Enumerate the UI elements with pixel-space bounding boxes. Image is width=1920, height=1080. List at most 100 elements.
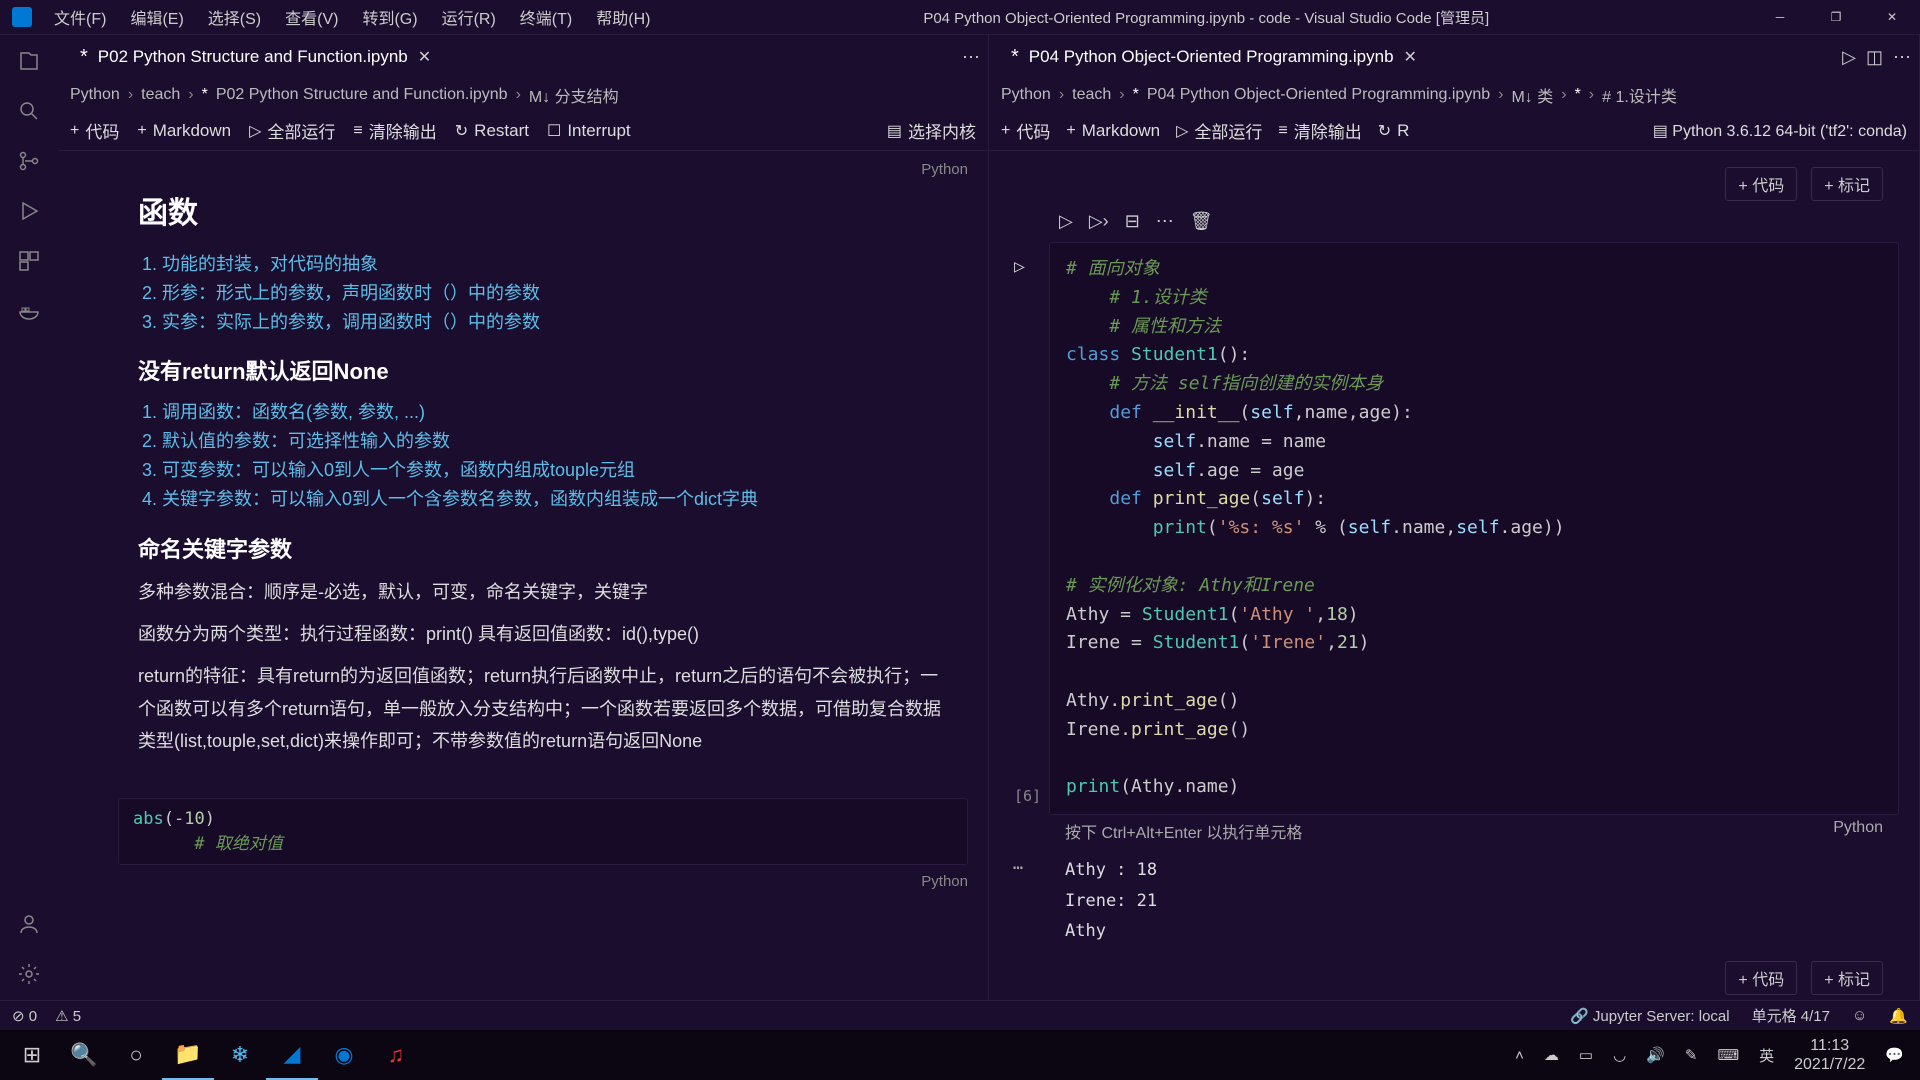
close-icon[interactable]: ✕ <box>1404 47 1417 67</box>
split-icon[interactable]: ◫ <box>1866 47 1883 68</box>
add-markdown-button[interactable]: +Markdown <box>137 121 231 141</box>
run-cell-icon[interactable]: ▷ <box>1059 211 1073 232</box>
more-icon[interactable]: ⋯ <box>1893 47 1911 68</box>
keyboard-icon[interactable]: ⌨ <box>1717 1046 1739 1064</box>
menu-view[interactable]: 查看(V) <box>275 1 348 33</box>
menu-go[interactable]: 转到(G) <box>352 1 427 33</box>
explorer-taskbar-icon[interactable]: 📁 <box>162 1030 214 1080</box>
search-button[interactable]: 🔍 <box>58 1030 110 1080</box>
output-ellipsis-icon[interactable]: ⋯ <box>1013 853 1023 884</box>
window-title: P04 Python Object-Oriented Programming.i… <box>660 7 1752 28</box>
tab-p04[interactable]: * P04 Python Object-Oriented Programming… <box>997 35 1431 79</box>
maximize-button[interactable]: ❐ <box>1808 0 1864 35</box>
menu-help[interactable]: 帮助(H) <box>586 1 660 33</box>
breadcrumb-left[interactable]: Python› teach› * P02 Python Structure an… <box>58 79 988 111</box>
dirty-indicator: * <box>80 46 88 69</box>
split-cell-icon[interactable]: ⊟ <box>1125 211 1140 232</box>
delete-cell-icon[interactable]: 🗑 <box>1190 211 1213 232</box>
crumb[interactable]: P04 Python Object-Oriented Programming.i… <box>1147 86 1490 104</box>
add-markdown-button[interactable]: +Markdown <box>1066 121 1160 141</box>
netease-icon[interactable]: ♫ <box>370 1030 422 1080</box>
crumb[interactable]: M↓ 分支结构 <box>529 83 619 107</box>
add-markdown-inline[interactable]: + 标记 <box>1811 167 1883 201</box>
tab-label: P02 Python Structure and Function.ipynb <box>98 47 408 67</box>
run-icon[interactable]: ▷ <box>1014 253 1025 282</box>
run-all-button[interactable]: ▷全部运行 <box>249 118 335 143</box>
notifications-icon[interactable]: 🔔 <box>1889 1007 1908 1025</box>
notebook-content-right[interactable]: + 代码 + 标记 ▷ ▷› ⊟ ⋯ 🗑 ▷ # 面向对象 # 1.设计类 # … <box>989 151 1919 1000</box>
add-code-button[interactable]: +代码 <box>1001 118 1050 143</box>
minimize-button[interactable]: ─ <box>1752 0 1808 35</box>
markdown-cell[interactable]: 函数 功能的封装，对代码的抽象 形参：形式上的参数，声明函数时（）中的参数 实参… <box>118 178 968 778</box>
app-icon[interactable]: ❄ <box>214 1030 266 1080</box>
list-item: 关键字参数：可以输入0到人一个含参数名参数，函数内组装成一个dict字典 <box>162 485 948 514</box>
run-by-line-icon[interactable]: ▷› <box>1089 211 1109 232</box>
errors-count[interactable]: ⊘ 0 <box>12 1007 37 1025</box>
run-all-button[interactable]: ▷全部运行 <box>1176 118 1262 143</box>
interrupt-button[interactable]: ☐Interrupt <box>547 121 631 141</box>
accounts-icon[interactable] <box>13 908 45 940</box>
clear-output-button[interactable]: ≡清除输出 <box>1278 118 1361 143</box>
kernel-selector[interactable]: ▤ Python 3.6.12 64-bit ('tf2': conda) <box>1653 121 1907 141</box>
search-icon[interactable] <box>13 95 45 127</box>
warnings-count[interactable]: ⚠ 5 <box>55 1007 81 1025</box>
menu-edit[interactable]: 编辑(E) <box>120 1 193 33</box>
menu-terminal[interactable]: 终端(T) <box>510 1 582 33</box>
vscode-taskbar-icon[interactable]: ◢ <box>266 1030 318 1080</box>
clock[interactable]: 11:13 2021/7/22 <box>1794 1036 1865 1074</box>
close-icon[interactable]: ✕ <box>418 47 431 67</box>
volume-icon[interactable]: 🔊 <box>1646 1046 1665 1064</box>
crumb[interactable]: M↓ 类 <box>1511 83 1553 107</box>
restart-button[interactable]: ↻R <box>1378 121 1410 141</box>
start-button[interactable]: ⊞ <box>6 1030 58 1080</box>
code-cell[interactable]: abs(-10) # 取绝对值 <box>118 798 968 865</box>
run-debug-icon[interactable] <box>13 195 45 227</box>
more-icon[interactable]: ⋯ <box>1156 211 1174 232</box>
crumb[interactable]: P02 Python Structure and Function.ipynb <box>216 86 508 104</box>
action-center-icon[interactable]: 💬 <box>1885 1046 1904 1064</box>
edge-icon[interactable]: ◉ <box>318 1030 370 1080</box>
crumb[interactable]: Python <box>1001 86 1051 104</box>
clear-output-button[interactable]: ≡清除输出 <box>353 118 436 143</box>
crumb[interactable]: Python <box>70 86 120 104</box>
explorer-icon[interactable] <box>13 45 45 77</box>
source-control-icon[interactable] <box>13 145 45 177</box>
tray-chevron-icon[interactable]: ˄ <box>1515 1047 1524 1064</box>
close-button[interactable]: ✕ <box>1864 0 1920 35</box>
crumb[interactable]: teach <box>141 86 180 104</box>
wifi-icon[interactable]: ◡ <box>1613 1046 1626 1064</box>
restart-button[interactable]: ↻Restart <box>455 121 529 141</box>
run-icon[interactable]: ▷ <box>1842 47 1856 68</box>
docker-icon[interactable] <box>13 295 45 327</box>
menu-run[interactable]: 运行(R) <box>432 1 506 33</box>
notebook-content-left[interactable]: Python 函数 功能的封装，对代码的抽象 形参：形式上的参数，声明函数时（）… <box>58 151 988 1000</box>
menu-select[interactable]: 选择(S) <box>198 1 271 33</box>
extensions-icon[interactable] <box>13 245 45 277</box>
code-cell[interactable]: ▷ # 面向对象 # 1.设计类 # 属性和方法 class Student1(… <box>1049 242 1899 815</box>
select-kernel-button[interactable]: ▤选择内核 <box>887 118 976 143</box>
settings-icon[interactable] <box>13 958 45 990</box>
battery-icon[interactable]: ▭ <box>1579 1046 1593 1064</box>
add-code-inline[interactable]: + 代码 <box>1725 961 1797 995</box>
add-code-button[interactable]: +代码 <box>70 118 119 143</box>
add-code-inline[interactable]: + 代码 <box>1725 167 1797 201</box>
feedback-icon[interactable]: ☺ <box>1852 1007 1867 1024</box>
add-markdown-inline[interactable]: + 标记 <box>1811 961 1883 995</box>
notebook-toolbar-left: +代码 +Markdown ▷全部运行 ≡清除输出 ↻Restart ☐Inte… <box>58 111 988 151</box>
cell-position[interactable]: 单元格 4/17 <box>1752 1005 1830 1026</box>
onedrive-icon[interactable]: ☁ <box>1544 1046 1559 1064</box>
menu-file[interactable]: 文件(F) <box>44 1 116 33</box>
jupyter-server[interactable]: 🔗 Jupyter Server: local <box>1570 1007 1730 1025</box>
system-tray: ˄ ☁ ▭ ◡ 🔊 ✎ ⌨ 英 11:13 2021/7/22 💬 <box>1515 1036 1914 1074</box>
ime-indicator[interactable]: 英 <box>1759 1045 1774 1066</box>
tab-bar-left: * P02 Python Structure and Function.ipyn… <box>58 35 988 79</box>
tab-label: P04 Python Object-Oriented Programming.i… <box>1029 47 1394 67</box>
breadcrumb-right[interactable]: Python› teach› * P04 Python Object-Orien… <box>989 79 1919 111</box>
tab-actions: ⋯ <box>962 47 980 68</box>
input-icon[interactable]: ✎ <box>1685 1046 1698 1064</box>
cortana-icon[interactable]: ○ <box>110 1030 162 1080</box>
crumb[interactable]: teach <box>1072 86 1111 104</box>
more-icon[interactable]: ⋯ <box>962 47 980 68</box>
tab-p02[interactable]: * P02 Python Structure and Function.ipyn… <box>66 35 445 79</box>
crumb[interactable]: # 1.设计类 <box>1602 83 1677 107</box>
